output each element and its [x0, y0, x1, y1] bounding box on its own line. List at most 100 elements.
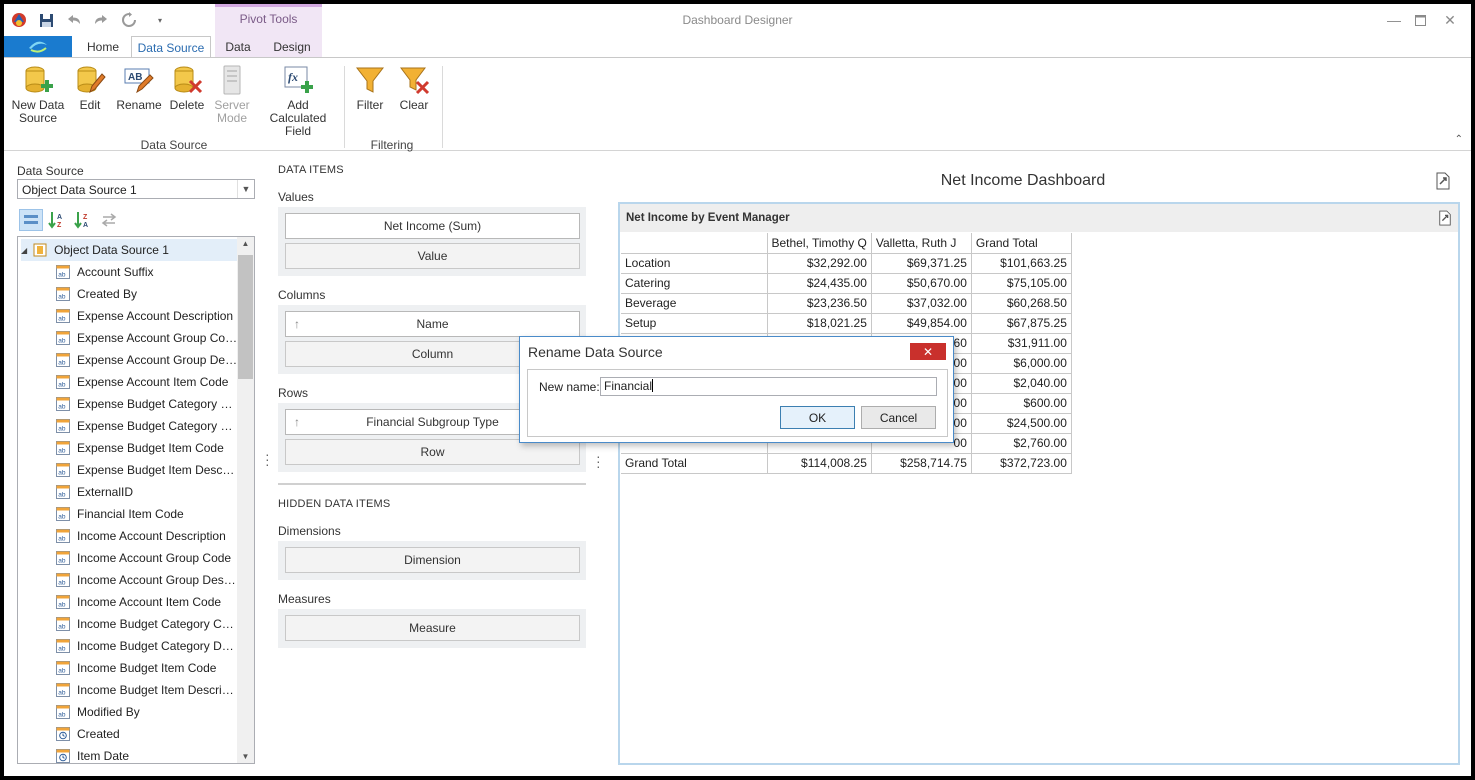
tree-field-item[interactable]: ab Expense Account Description: [56, 305, 238, 327]
text-field-icon: ab: [56, 265, 70, 279]
tab-design[interactable]: Design: [269, 36, 315, 58]
cancel-button[interactable]: Cancel: [861, 406, 936, 429]
app-logo-icon[interactable]: [8, 10, 30, 30]
tree-field-item[interactable]: ab Income Account Group Descri…: [56, 569, 238, 591]
group-view-icon[interactable]: [19, 209, 43, 231]
field-list-tree[interactable]: ◢ Object Data Source 1 ab Account Suffix a…: [17, 236, 255, 764]
tree-field-item[interactable]: ab Expense Account Group Descr…: [56, 349, 238, 371]
pivot-cell: $50,670.00: [870, 272, 972, 294]
undo-icon[interactable]: [63, 10, 85, 30]
tree-field-label: Created By: [77, 287, 138, 301]
edit-button[interactable]: Edit: [72, 64, 108, 112]
dimension-placeholder[interactable]: Dimension: [285, 547, 580, 573]
export-icon[interactable]: [1435, 172, 1451, 193]
pivot-column-header[interactable]: Valletta, Ruth J: [870, 233, 972, 254]
tree-field-item[interactable]: ab Income Budget Category Code: [56, 613, 238, 635]
tree-field-item[interactable]: Created: [56, 723, 238, 745]
dialog-body: New name: Financial OK Cancel: [527, 369, 948, 437]
splitter-grip-icon[interactable]: · · ·: [265, 447, 270, 471]
column-item-name[interactable]: ↑ Name: [285, 311, 580, 337]
text-field-icon: ab: [56, 463, 70, 477]
tree-field-item[interactable]: Item Date: [56, 745, 238, 763]
pivot-row-header[interactable]: Beverage: [621, 292, 768, 314]
maximize-icon[interactable]: [1407, 10, 1433, 30]
tree-field-item[interactable]: ab Expense Account Item Code: [56, 371, 238, 393]
delete-button[interactable]: Delete: [167, 64, 207, 112]
pivot-panel[interactable]: Net Income by Event Manager Bethel, Timo…: [618, 202, 1460, 765]
export-icon[interactable]: [1438, 210, 1452, 229]
row-item-label: Financial Subgroup Type: [366, 415, 499, 429]
rename-button[interactable]: AB Rename: [116, 64, 162, 112]
pivot-column-header[interactable]: Grand Total: [970, 233, 1072, 254]
tree-field-item[interactable]: ab Financial Item Code: [56, 503, 238, 525]
tree-field-item[interactable]: ab Income Account Item Code: [56, 591, 238, 613]
expand-icon[interactable]: ◢: [21, 246, 27, 255]
collapse-ribbon-icon[interactable]: ⌃: [1455, 134, 1463, 145]
tree-field-item[interactable]: ab Account Suffix: [56, 261, 238, 283]
sort-za-icon[interactable]: ZA: [71, 209, 95, 231]
pivot-grand-total-label[interactable]: Grand Total: [621, 452, 768, 474]
scrollbar-thumb[interactable]: [238, 255, 253, 379]
svg-text:ab: ab: [58, 338, 66, 345]
tree-field-item[interactable]: ab Income Budget Item Description: [56, 679, 238, 701]
tree-field-item[interactable]: ab Income Budget Item Code: [56, 657, 238, 679]
chevron-down-icon[interactable]: ▼: [237, 180, 254, 198]
tree-field-item[interactable]: ab Expense Budget Item Code: [56, 437, 238, 459]
tree-field-item[interactable]: ab Expense Account Group Code: [56, 327, 238, 349]
pivot-column-header[interactable]: Bethel, Timothy Q: [766, 233, 872, 254]
measure-placeholder[interactable]: Measure: [285, 615, 580, 641]
value-item-net-income[interactable]: Net Income (Sum): [285, 213, 580, 239]
ok-button[interactable]: OK: [780, 406, 855, 429]
sort-ascending-icon[interactable]: ↑: [294, 415, 300, 429]
customize-dropdown-icon[interactable]: ▾: [149, 10, 171, 30]
file-menu-button[interactable]: [4, 36, 72, 58]
text-field-icon: ab: [56, 287, 70, 301]
tree-field-item[interactable]: ab Expense Budget Category Code: [56, 393, 238, 415]
tree-field-item[interactable]: ab Modified By: [56, 701, 238, 723]
app-menu-icon: [29, 41, 47, 53]
tab-data-source[interactable]: Data Source: [131, 36, 211, 58]
sort-ascending-icon[interactable]: ↑: [294, 317, 300, 331]
clear-filter-button[interactable]: Clear: [396, 64, 432, 112]
tree-field-label: Income Account Item Code: [77, 595, 222, 609]
svg-text:ab: ab: [58, 272, 66, 279]
svg-text:ab: ab: [58, 536, 66, 543]
new-name-input[interactable]: Financial: [600, 377, 937, 396]
tree-field-item[interactable]: ab Created By: [56, 283, 238, 305]
server-mode-button[interactable]: Server Mode: [212, 64, 252, 125]
redo-icon[interactable]: [90, 10, 112, 30]
app-window: ▾ Pivot Tools Dashboard Designer — ✕ Hom…: [4, 4, 1471, 776]
pivot-row-header[interactable]: Location: [621, 252, 768, 274]
tree-field-item[interactable]: ab Income Account Group Code: [56, 547, 238, 569]
scroll-down-icon[interactable]: ▼: [237, 752, 254, 761]
data-source-combobox[interactable]: Object Data Source 1 ▼: [17, 179, 255, 199]
tree-field-item[interactable]: ab Income Budget Category Desc…: [56, 635, 238, 657]
tree-field-item[interactable]: ab ExternalID: [56, 481, 238, 503]
tree-scrollbar[interactable]: ▲ ▼: [237, 237, 254, 763]
close-icon[interactable]: ✕: [1437, 10, 1463, 30]
minimize-icon[interactable]: —: [1381, 10, 1407, 30]
tree-field-item[interactable]: ab Expense Budget Category De…: [56, 415, 238, 437]
pivot-row-header[interactable]: Catering: [621, 272, 768, 294]
scroll-up-icon[interactable]: ▲: [237, 239, 254, 248]
dialog-close-button[interactable]: ✕: [910, 343, 946, 360]
pivot-row-header[interactable]: Setup: [621, 312, 768, 334]
tree-field-label: Expense Account Group Code: [77, 331, 238, 345]
tab-data[interactable]: Data: [217, 36, 259, 58]
tree-field-label: Expense Budget Category Code: [77, 397, 238, 411]
add-calculated-field-button[interactable]: fx Add Calculated Field: [258, 64, 338, 138]
filter-button[interactable]: Filter: [352, 64, 388, 112]
tab-home[interactable]: Home: [78, 36, 128, 58]
refresh-icon[interactable]: [118, 10, 140, 30]
tree-root-node[interactable]: ◢ Object Data Source 1: [21, 239, 237, 261]
tree-field-item[interactable]: ab Expense Budget Item Descript…: [56, 459, 238, 481]
delete-icon: [174, 66, 203, 94]
sort-az-icon[interactable]: AZ: [45, 209, 69, 231]
pivot-corner-cell: [621, 233, 768, 254]
value-placeholder[interactable]: Value: [285, 243, 580, 269]
save-icon[interactable]: [35, 10, 57, 30]
splitter-grip-icon[interactable]: · · ·: [596, 449, 601, 473]
new-data-source-button[interactable]: New Data Source: [10, 64, 66, 125]
tree-field-item[interactable]: ab Income Account Description: [56, 525, 238, 547]
refresh-fields-icon[interactable]: [97, 209, 121, 231]
